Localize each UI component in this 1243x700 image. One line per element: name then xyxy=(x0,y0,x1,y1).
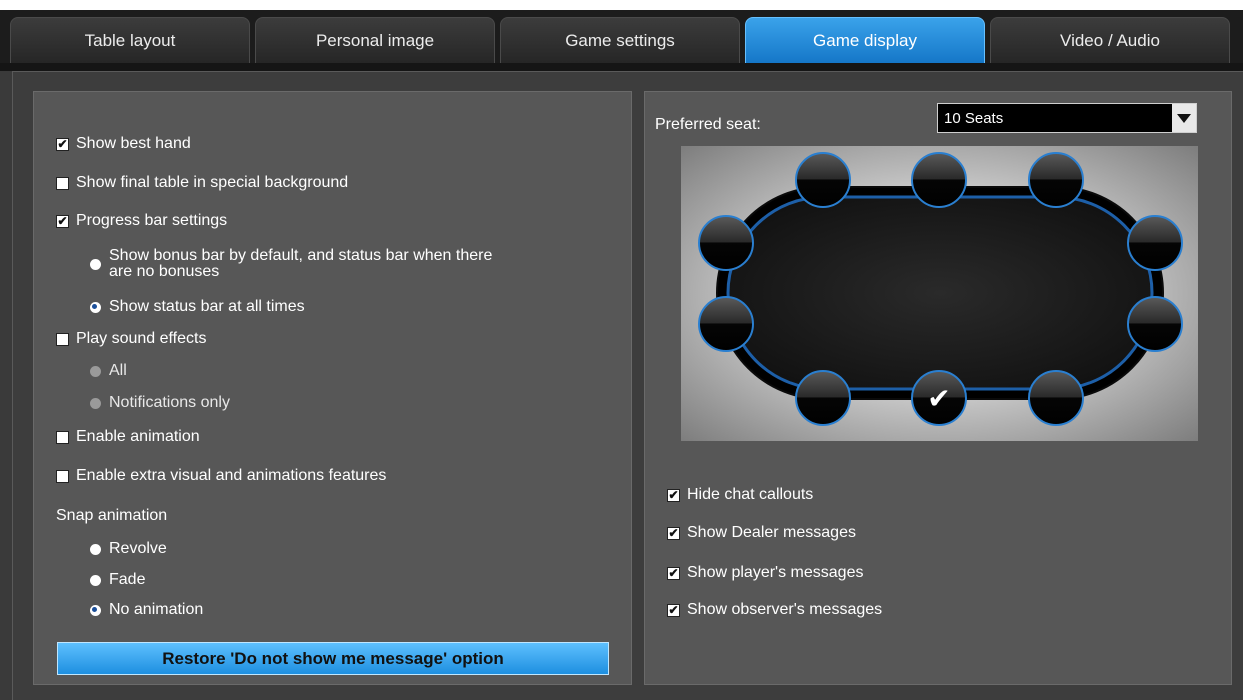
seat-count-dropdown[interactable]: 10 Seats xyxy=(937,103,1197,133)
snap-none-label: No animation xyxy=(109,601,204,618)
chevron-down-icon[interactable] xyxy=(1172,104,1196,132)
sound-all-radio[interactable] xyxy=(90,365,101,377)
tab-game-settings[interactable]: Game settings xyxy=(500,17,740,63)
show-final-table-checkbox[interactable] xyxy=(56,176,69,190)
status-bar-radio[interactable] xyxy=(90,301,101,313)
play-sound-effects-option[interactable]: Play sound effects xyxy=(56,330,206,348)
bonus-bar-radio-option[interactable]: Show bonus bar by default, and status ba… xyxy=(90,248,492,280)
progress-bar-settings-checkbox[interactable]: ✔ xyxy=(56,214,69,228)
snap-fade-option[interactable]: Fade xyxy=(90,571,145,589)
tab-video-audio[interactable]: Video / Audio xyxy=(990,17,1230,63)
seat-top-middle[interactable] xyxy=(911,152,967,208)
snap-revolve-radio[interactable] xyxy=(90,543,101,555)
show-player-messages-checkbox[interactable]: ✔ xyxy=(667,566,680,580)
seat-top-left[interactable] xyxy=(795,152,851,208)
show-best-hand-option[interactable]: ✔ Show best hand xyxy=(56,135,191,153)
show-dealer-messages-option[interactable]: ✔ Show Dealer messages xyxy=(667,524,856,542)
bonus-bar-label-line2: are no bonuses xyxy=(109,263,220,280)
seat-bottom-right[interactable] xyxy=(1028,370,1084,426)
progress-bar-settings-option[interactable]: ✔ Progress bar settings xyxy=(56,212,227,230)
show-final-table-label: Show final table in special background xyxy=(76,174,349,191)
enable-animation-option[interactable]: Enable animation xyxy=(56,428,200,446)
tab-bar: Table layout Personal image Game setting… xyxy=(0,0,1243,71)
extra-visual-checkbox[interactable] xyxy=(56,469,69,483)
tab-strip-base xyxy=(0,63,1243,71)
poker-table-svg: ✔ xyxy=(698,152,1183,426)
show-observer-messages-checkbox[interactable]: ✔ xyxy=(667,603,680,617)
sound-all-label: All xyxy=(109,362,127,379)
extra-visual-label: Enable extra visual and animations featu… xyxy=(76,467,387,484)
tab-table-layout[interactable]: Table layout xyxy=(10,17,250,63)
snap-animation-label: Snap animation xyxy=(56,507,168,524)
show-player-messages-label: Show player's messages xyxy=(687,564,864,581)
check-icon: ✔ xyxy=(927,382,950,415)
sound-notifications-radio-option[interactable]: Notifications only xyxy=(90,394,230,412)
seat-right-upper[interactable] xyxy=(1127,215,1183,271)
tab-game-display[interactable]: Game display xyxy=(745,17,985,63)
sound-all-radio-option[interactable]: All xyxy=(90,362,127,380)
snap-none-radio[interactable] xyxy=(90,604,101,616)
seat-left-lower[interactable] xyxy=(698,296,754,352)
snap-fade-label: Fade xyxy=(109,571,146,588)
snap-animation-title: Snap animation xyxy=(56,507,167,525)
snap-revolve-option[interactable]: Revolve xyxy=(90,540,167,558)
status-bar-label: Show status bar at all times xyxy=(109,298,305,315)
enable-animation-label: Enable animation xyxy=(76,428,200,445)
show-player-messages-option[interactable]: ✔ Show player's messages xyxy=(667,564,863,582)
preferred-seat-label: Preferred seat: xyxy=(655,116,761,133)
hide-chat-callouts-checkbox[interactable]: ✔ xyxy=(667,488,680,502)
seat-right-lower[interactable] xyxy=(1127,296,1183,352)
sound-notifications-radio[interactable] xyxy=(90,397,101,409)
sound-notifications-label: Notifications only xyxy=(109,394,230,411)
bonus-bar-label-line1: Show bonus bar by default, and status ba… xyxy=(109,247,493,264)
play-sound-effects-label: Play sound effects xyxy=(76,330,207,347)
show-observer-messages-option[interactable]: ✔ Show observer's messages xyxy=(667,601,882,619)
snap-none-option[interactable]: No animation xyxy=(90,601,203,619)
play-sound-effects-checkbox[interactable] xyxy=(56,332,69,346)
seat-left-upper[interactable] xyxy=(698,215,754,271)
seat-top-right[interactable] xyxy=(1028,152,1084,208)
seat-count-value: 10 Seats xyxy=(944,109,1004,127)
hide-chat-callouts-option[interactable]: ✔ Hide chat callouts xyxy=(667,486,813,504)
extra-visual-option[interactable]: Enable extra visual and animations featu… xyxy=(56,467,386,485)
restore-message-option-button[interactable]: Restore 'Do not show me message' option xyxy=(57,642,609,675)
show-final-table-option[interactable]: Show final table in special background xyxy=(56,174,348,192)
preferred-seat-title: Preferred seat: xyxy=(655,116,761,134)
tab-personal-image[interactable]: Personal image xyxy=(255,17,495,63)
progress-bar-settings-label: Progress bar settings xyxy=(76,212,228,229)
poker-table-preview: ✔ xyxy=(681,146,1198,441)
enable-animation-checkbox[interactable] xyxy=(56,430,69,444)
hide-chat-callouts-label: Hide chat callouts xyxy=(687,486,814,503)
snap-fade-radio[interactable] xyxy=(90,574,101,586)
show-best-hand-checkbox[interactable]: ✔ xyxy=(56,137,69,151)
status-bar-radio-option[interactable]: Show status bar at all times xyxy=(90,298,305,316)
snap-revolve-label: Revolve xyxy=(109,540,167,557)
show-dealer-messages-checkbox[interactable]: ✔ xyxy=(667,526,680,540)
table-felt xyxy=(726,195,1154,391)
show-dealer-messages-label: Show Dealer messages xyxy=(687,524,856,541)
show-best-hand-label: Show best hand xyxy=(76,135,191,152)
seat-bottom-left[interactable] xyxy=(795,370,851,426)
show-observer-messages-label: Show observer's messages xyxy=(687,601,883,618)
bonus-bar-radio[interactable] xyxy=(90,259,101,270)
bonus-bar-radio-label: Show bonus bar by default, and status ba… xyxy=(109,248,492,280)
